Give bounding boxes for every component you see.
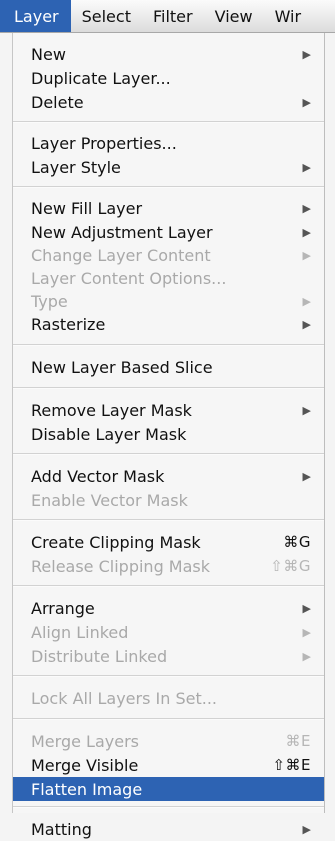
menu-item-label: Disable Layer Mask	[31, 424, 187, 444]
submenu-arrow-icon: ▶	[302, 225, 311, 239]
menubar-window[interactable]: Wir	[264, 0, 313, 32]
menu-item-layer-style[interactable]: Layer Style ▶	[13, 155, 324, 179]
menu-item-lock-all-layers-in-set: Lock All Layers In Set...	[13, 686, 324, 710]
menu-separator	[13, 186, 324, 188]
menu-item-rasterize[interactable]: Rasterize ▶	[13, 312, 324, 336]
menu-item-matting[interactable]: Matting ▶	[13, 817, 324, 841]
submenu-arrow-icon: ▶	[302, 248, 311, 262]
shortcut-label: ⇧⌘E	[272, 756, 311, 774]
menu-separator	[13, 519, 324, 521]
menu-item-label: Lock All Layers In Set...	[31, 688, 217, 708]
menu-item-label: Layer Content Options...	[31, 268, 227, 288]
submenu-arrow-icon: ▶	[302, 403, 311, 417]
menu-separator	[13, 718, 324, 720]
menu-item-label: Align Linked	[31, 622, 129, 642]
menu-item-label: Change Layer Content	[31, 245, 211, 265]
menu-item-arrange[interactable]: Arrange ▶	[13, 596, 324, 620]
layer-menu-dropdown: New ▶ Duplicate Layer... Delete ▶ Layer …	[12, 33, 325, 839]
menu-item-label: Merge Visible	[31, 755, 139, 775]
menu-item-create-clipping-mask[interactable]: Create Clipping Mask ⌘G	[13, 530, 324, 554]
shortcut-label: ⇧⌘G	[270, 557, 311, 575]
menu-item-label: Arrange	[31, 598, 95, 618]
submenu-arrow-icon: ▶	[302, 822, 311, 836]
menubar-view[interactable]: View	[204, 0, 264, 32]
menu-item-change-layer-content: Change Layer Content ▶	[13, 243, 324, 267]
menu-item-label: New Layer Based Slice	[31, 357, 213, 377]
shortcut-label: ⌘E	[285, 732, 311, 750]
menu-item-label: Delete	[31, 92, 84, 112]
menu-item-label: New	[31, 44, 66, 64]
menu-item-remove-layer-mask[interactable]: Remove Layer Mask ▶	[13, 398, 324, 422]
submenu-arrow-icon: ▶	[302, 469, 311, 483]
menu-item-label: Rasterize	[31, 314, 106, 334]
menu-item-flatten-image[interactable]: Flatten Image	[13, 777, 324, 801]
shortcut-label: ⌘G	[283, 533, 311, 551]
menu-item-label: New Fill Layer	[31, 198, 143, 218]
menu-separator	[13, 585, 324, 587]
menu-item-label: Release Clipping Mask	[31, 556, 211, 576]
menu-item-label: Duplicate Layer...	[31, 68, 171, 88]
menu-item-label: New Adjustment Layer	[31, 222, 213, 242]
menu-item-label: Remove Layer Mask	[31, 400, 192, 420]
menu-bar: Layer Select Filter View Wir	[0, 0, 335, 33]
menu-item-release-clipping-mask: Release Clipping Mask ⇧⌘G	[13, 554, 324, 578]
menu-item-add-vector-mask[interactable]: Add Vector Mask ▶	[13, 464, 324, 488]
menu-item-layer-properties[interactable]: Layer Properties...	[13, 131, 324, 155]
menu-item-type: Type ▶	[13, 289, 324, 313]
submenu-arrow-icon: ▶	[302, 95, 311, 109]
menu-item-disable-layer-mask[interactable]: Disable Layer Mask	[13, 422, 324, 446]
menu-item-new-adjustment-layer[interactable]: New Adjustment Layer ▶	[13, 220, 324, 244]
menu-separator	[13, 675, 324, 677]
menu-item-duplicate-layer[interactable]: Duplicate Layer...	[13, 66, 324, 90]
menu-item-label: Add Vector Mask	[31, 466, 165, 486]
menu-item-enable-vector-mask: Enable Vector Mask	[13, 488, 324, 512]
submenu-arrow-icon: ▶	[302, 201, 311, 215]
menu-item-label: Merge Layers	[31, 731, 139, 751]
submenu-arrow-icon: ▶	[302, 601, 311, 615]
menu-item-delete[interactable]: Delete ▶	[13, 90, 324, 114]
menu-separator	[13, 344, 324, 346]
menu-item-merge-visible[interactable]: Merge Visible ⇧⌘E	[13, 753, 324, 777]
submenu-arrow-icon: ▶	[302, 317, 311, 331]
menu-item-layer-content-options: Layer Content Options...	[13, 266, 324, 290]
menu-item-label: Type	[31, 291, 68, 311]
menu-item-new-fill-layer[interactable]: New Fill Layer ▶	[13, 196, 324, 220]
submenu-arrow-icon: ▶	[302, 160, 311, 174]
menu-item-label: Matting	[31, 819, 92, 839]
menu-item-label: Layer Style	[31, 157, 121, 177]
menubar-select[interactable]: Select	[71, 0, 142, 32]
menu-item-new-layer-based-slice[interactable]: New Layer Based Slice	[13, 355, 324, 379]
menu-item-align-linked: Align Linked ▶	[13, 620, 324, 644]
submenu-arrow-icon: ▶	[302, 625, 311, 639]
menu-item-label: Layer Properties...	[31, 133, 177, 153]
menu-item-distribute-linked: Distribute Linked ▶	[13, 644, 324, 668]
menu-separator	[13, 453, 324, 455]
submenu-arrow-icon: ▶	[302, 649, 311, 663]
menubar-filter[interactable]: Filter	[142, 0, 204, 32]
submenu-arrow-icon: ▶	[302, 47, 311, 61]
menu-item-label: Distribute Linked	[31, 646, 168, 666]
menu-separator	[13, 387, 324, 389]
menubar-layer[interactable]: Layer	[0, 0, 71, 32]
menu-item-label: Create Clipping Mask	[31, 532, 201, 552]
menu-item-label: Flatten Image	[31, 779, 143, 799]
menu-item-new[interactable]: New ▶	[13, 42, 324, 66]
menu-separator	[13, 121, 324, 123]
submenu-arrow-icon: ▶	[302, 294, 311, 308]
menu-item-merge-layers: Merge Layers ⌘E	[13, 729, 324, 753]
menu-item-label: Enable Vector Mask	[31, 490, 188, 510]
menu-separator	[13, 806, 324, 808]
